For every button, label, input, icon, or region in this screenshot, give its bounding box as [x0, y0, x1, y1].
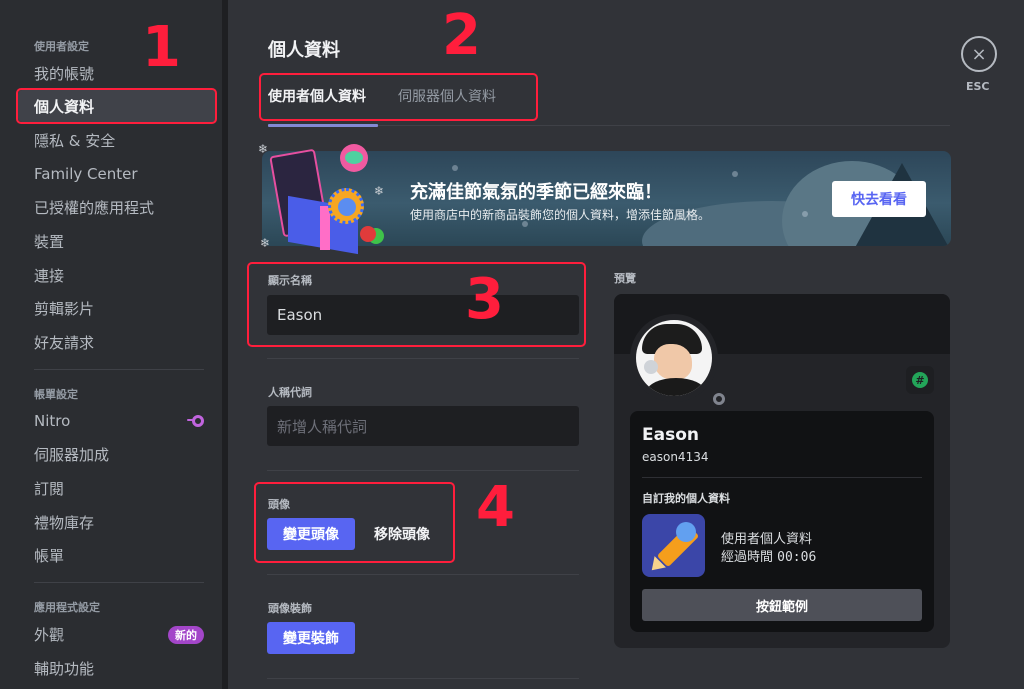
sidebar-divider — [34, 582, 204, 583]
annotation-box-4 — [254, 482, 455, 563]
nitro-icon — [187, 415, 204, 427]
sidebar-item-label: Family Center — [34, 165, 138, 183]
preview-display-name: Eason — [642, 425, 699, 445]
sidebar-item-label: 剪輯影片 — [34, 299, 95, 318]
activity-elapsed: 經過時間 00:06 — [721, 546, 816, 565]
sidebar-header-billing-settings: 帳單設定 — [34, 388, 78, 401]
sidebar-item-connections[interactable]: 連接 — [18, 259, 216, 291]
hashtag-icon: # — [912, 372, 928, 388]
sidebar-item-label: 已授權的應用程式 — [34, 198, 155, 217]
snowflake-dot — [732, 171, 738, 177]
offline-status-icon — [710, 390, 728, 408]
sidebar-item-label: 訂閱 — [34, 479, 65, 498]
avatar-shirt — [646, 378, 706, 396]
annotation-box-2 — [259, 73, 538, 121]
form-divider — [267, 470, 579, 471]
sidebar-item-label: 連接 — [34, 266, 65, 285]
sidebar-divider — [34, 369, 204, 370]
sidebar-item-label: 伺服器加成 — [34, 445, 110, 464]
sidebar-item-my-account[interactable]: 我的帳號 — [18, 57, 216, 89]
close-button[interactable]: × — [961, 36, 997, 72]
sidebar-item-authorized-apps[interactable]: 已授權的應用程式 — [18, 191, 216, 223]
sidebar-item-devices[interactable]: 裝置 — [18, 225, 216, 257]
snowflake-dot — [802, 211, 808, 217]
sidebar-scrollbar-track[interactable] — [222, 0, 228, 689]
customize-profile-heading: 自訂我的個人資料 — [642, 492, 730, 505]
sidebar-item-clips[interactable]: 剪輯影片 — [18, 292, 216, 324]
activity-title: 使用者個人資料 — [721, 532, 813, 547]
avatar-face — [654, 344, 692, 380]
sidebar-item-label: 好友請求 — [34, 333, 95, 352]
sidebar-item-label: 我的帳號 — [34, 64, 95, 83]
form-divider — [267, 358, 579, 359]
page-title: 個人資料 — [268, 40, 340, 61]
sidebar-item-billing[interactable]: 帳單 — [18, 539, 216, 571]
profile-preview-card: # Eason eason4134 自訂我的個人資料 使用者個人資料 經過時間 … — [614, 294, 950, 648]
avatar — [636, 320, 712, 396]
preview-label: 預覽 — [614, 272, 636, 285]
elapsed-value: 00:06 — [777, 550, 817, 565]
sidebar-item-label: 輔助功能 — [34, 659, 95, 678]
sidebar-item-server-boost[interactable]: 伺服器加成 — [18, 438, 216, 470]
new-badge: 新的 — [168, 626, 204, 644]
banner-subtitle: 使用商店中的新商品裝飾您的個人資料，增添佳節風格。 — [410, 208, 711, 222]
avatar-bubblegum — [644, 360, 658, 374]
preview-username: eason4134 — [642, 450, 709, 464]
snowflake-icon: ❄ — [374, 184, 385, 198]
annotation-number-3: 3 — [465, 267, 504, 332]
sidebar-header-user-settings: 使用者設定 — [34, 40, 89, 53]
elapsed-label: 經過時間 — [721, 550, 774, 565]
change-decoration-button[interactable]: 變更裝飾 — [267, 622, 355, 654]
sidebar-item-label: 裝置 — [34, 232, 65, 251]
check-it-out-button[interactable]: 快去看看 — [832, 181, 926, 217]
annotation-number-2: 2 — [442, 3, 481, 68]
pencil-icon — [642, 514, 705, 577]
avatar-decoration-label: 頭像裝飾 — [268, 602, 312, 615]
form-divider — [267, 574, 579, 575]
sidebar-item-appearance[interactable]: 外觀 新的 — [18, 618, 216, 650]
banner-title: 充滿佳節氣氛的季節已經來臨！ — [410, 182, 662, 203]
sidebar-item-friend-requests[interactable]: 好友請求 — [18, 326, 216, 358]
example-button[interactable]: 按鈕範例 — [642, 589, 922, 621]
annotation-number-4: 4 — [476, 475, 515, 540]
hash-badge[interactable]: # — [906, 366, 934, 394]
annotation-box-3 — [247, 262, 586, 347]
active-tab-indicator — [268, 124, 378, 127]
sidebar-item-label: 外觀 — [34, 625, 65, 644]
character-illustration — [328, 188, 364, 224]
snowflake-icon: ❄ — [258, 142, 269, 156]
sidebar-item-label: 禮物庫存 — [34, 513, 95, 532]
sidebar-header-app-settings: 應用程式設定 — [34, 601, 100, 614]
holly-illustration — [360, 226, 376, 242]
annotation-box-1 — [16, 88, 217, 124]
sidebar-item-label: Nitro — [34, 412, 71, 430]
snowflake-icon: ❄ — [260, 236, 271, 250]
avatar-frame — [630, 314, 728, 408]
sidebar-item-label: 帳單 — [34, 546, 65, 565]
profile-info-panel: Eason eason4134 自訂我的個人資料 使用者個人資料 經過時間 00… — [630, 411, 934, 632]
close-icon: × — [971, 43, 987, 65]
sidebar-item-subscriptions[interactable]: 訂閱 — [18, 472, 216, 504]
panel-divider — [642, 477, 922, 478]
form-divider — [267, 678, 579, 679]
sidebar-item-nitro[interactable]: Nitro — [18, 405, 216, 437]
pronouns-input[interactable]: 新增人稱代詞 — [267, 406, 579, 446]
esc-label: ESC — [966, 80, 990, 93]
pronouns-label: 人稱代詞 — [268, 386, 312, 399]
frog-illustration — [340, 144, 368, 172]
sidebar-item-label: 隱私 & 安全 — [34, 131, 116, 150]
settings-window: 使用者設定 我的帳號 個人資料 隱私 & 安全 Family Center 已授… — [0, 0, 1024, 689]
snowflake-dot — [452, 165, 458, 171]
annotation-number-1: 1 — [142, 15, 181, 80]
sidebar-item-privacy-safety[interactable]: 隱私 & 安全 — [18, 124, 216, 156]
sidebar-item-accessibility[interactable]: 輔助功能 — [18, 652, 216, 684]
pencil-eraser — [676, 522, 696, 542]
sidebar-item-family-center[interactable]: Family Center — [18, 158, 216, 190]
sidebar-item-gift-inventory[interactable]: 禮物庫存 — [18, 506, 216, 538]
